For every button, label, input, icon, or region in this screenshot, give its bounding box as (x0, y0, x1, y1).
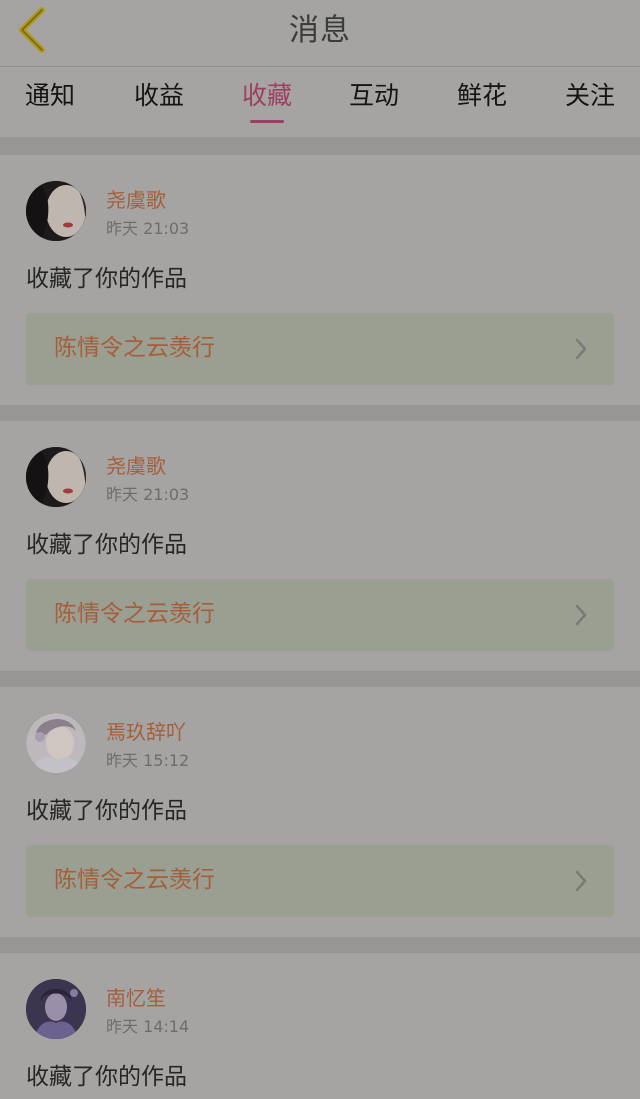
tab-follows[interactable]: 关注 (556, 79, 624, 123)
action-text: 收藏了你的作品 (26, 798, 187, 824)
avatar[interactable] (26, 447, 86, 507)
tab-interactions[interactable]: 互动 (340, 79, 408, 123)
tab-earnings[interactable]: 收益 (125, 79, 193, 123)
chevron-right-icon (575, 604, 587, 626)
username[interactable]: 尧虞歌 (106, 187, 166, 213)
message-card: 尧虞歌 昨天 21:03 收藏了你的作品 陈情令之云羡行 (0, 421, 640, 671)
tab-favorites[interactable]: 收藏 (233, 79, 301, 123)
message-card: 尧虞歌 昨天 21:03 收藏了你的作品 陈情令之云羡行 (0, 155, 640, 405)
timestamp: 昨天 15:12 (106, 751, 190, 770)
section-divider (0, 405, 640, 421)
work-title: 陈情令之云羡行 (54, 601, 215, 627)
section-divider (0, 137, 640, 155)
section-divider (0, 671, 640, 687)
tab-flowers[interactable]: 鲜花 (448, 79, 516, 123)
action-text: 收藏了你的作品 (26, 532, 187, 558)
timestamp: 昨天 21:03 (106, 219, 190, 238)
work-link[interactable]: 陈情令之云羡行 (26, 313, 614, 385)
work-title: 陈情令之云羡行 (54, 335, 215, 361)
avatar[interactable] (26, 979, 86, 1039)
tab-label: 通知 (24, 81, 75, 110)
message-card: 焉玖辞吖 昨天 15:12 收藏了你的作品 陈情令之云羡行 (0, 687, 640, 937)
work-title: 陈情令之云羡行 (54, 867, 215, 893)
section-divider (0, 937, 640, 953)
avatar[interactable] (26, 713, 86, 773)
header-bar: 消息 (0, 0, 640, 67)
action-text: 收藏了你的作品 (26, 266, 187, 292)
work-link[interactable]: 陈情令之云羡行 (26, 579, 614, 651)
avatar[interactable] (26, 181, 86, 241)
tab-label: 关注 (564, 81, 615, 110)
message-card: 南忆笙 昨天 14:14 收藏了你的作品 (0, 953, 640, 1099)
timestamp: 昨天 21:03 (106, 485, 190, 504)
tab-label: 收益 (133, 81, 184, 110)
tab-label: 鲜花 (456, 81, 507, 110)
work-link[interactable]: 陈情令之云羡行 (26, 845, 614, 917)
username[interactable]: 焉玖辞吖 (106, 719, 186, 745)
username[interactable]: 南忆笙 (106, 985, 166, 1011)
tab-label: 互动 (348, 81, 399, 110)
tab-label: 收藏 (241, 81, 292, 110)
tab-bar: 通知 收益 收藏 互动 鲜花 关注 (0, 67, 640, 137)
timestamp: 昨天 14:14 (106, 1017, 190, 1036)
chevron-right-icon (575, 338, 587, 360)
chevron-right-icon (575, 870, 587, 892)
tab-notifications[interactable]: 通知 (16, 79, 84, 123)
action-text: 收藏了你的作品 (26, 1064, 187, 1090)
username[interactable]: 尧虞歌 (106, 453, 166, 479)
page-title: 消息 (289, 13, 351, 48)
active-tab-indicator (250, 120, 284, 123)
